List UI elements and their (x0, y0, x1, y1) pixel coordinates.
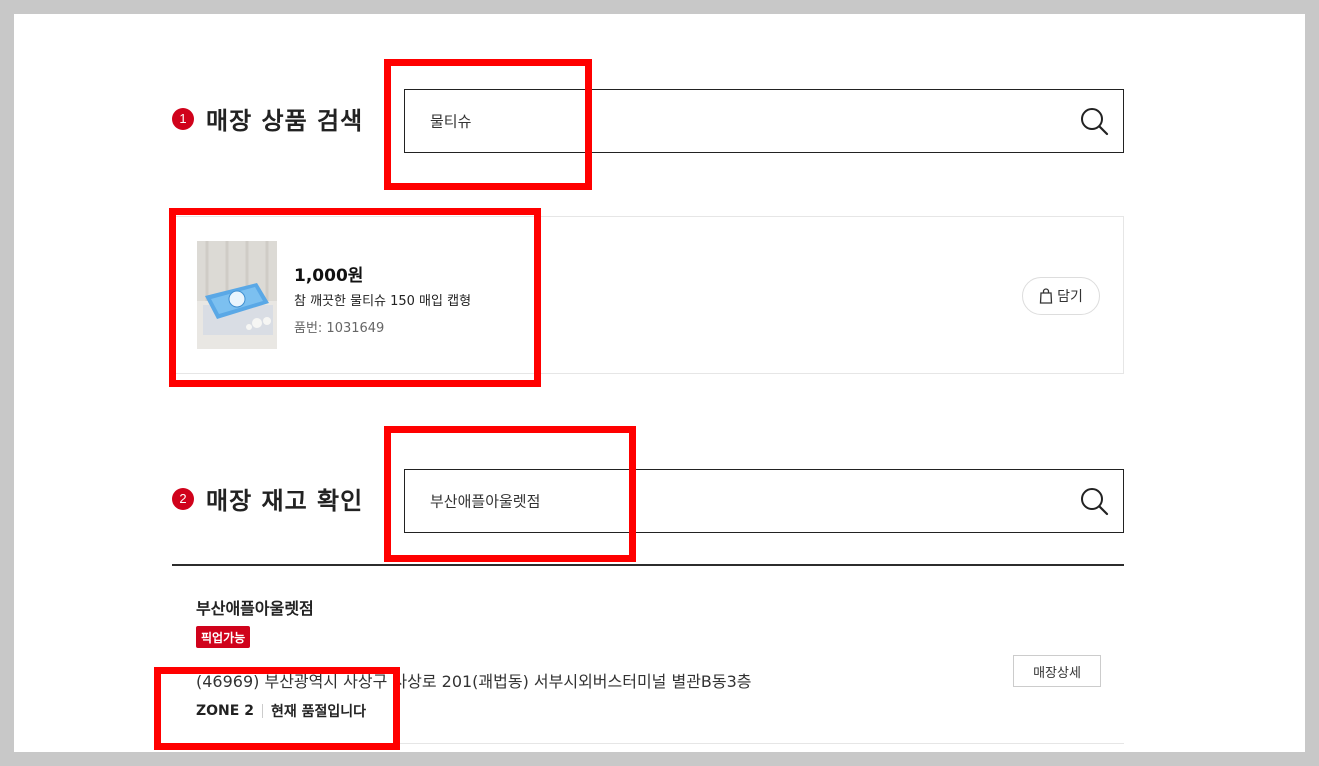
section-store-stock-check-heading: 2 매장 재고 확인 (172, 481, 363, 516)
store-detail-button[interactable]: 매장상세 (1013, 655, 1101, 687)
highlight-box-store-keyword (384, 426, 636, 562)
add-to-cart-button[interactable]: 담기 (1022, 277, 1100, 315)
page: 1 매장 상품 검색 물티슈 1,000원 참 깨끗한 물티슈 150 매입 캡… (14, 14, 1305, 752)
add-to-cart-label: 담기 (1057, 289, 1083, 305)
highlight-box-product (169, 208, 541, 387)
highlight-box-stock-status (154, 667, 400, 750)
section-store-product-search-heading: 1 매장 상품 검색 (172, 101, 363, 136)
section-divider (172, 564, 1124, 566)
search-icon[interactable] (1079, 106, 1109, 136)
search-icon[interactable] (1079, 486, 1109, 516)
shopping-bag-icon (1039, 288, 1053, 304)
section-title: 매장 상품 검색 (206, 107, 364, 135)
store-name: 부산애플아울렛점 (196, 599, 314, 618)
pickup-available-badge: 픽업가능 (196, 626, 251, 648)
step-number-2: 2 (172, 487, 194, 510)
highlight-box-search-keyword (384, 59, 592, 190)
step-number-1: 1 (172, 107, 194, 130)
section-title: 매장 재고 확인 (206, 487, 364, 515)
